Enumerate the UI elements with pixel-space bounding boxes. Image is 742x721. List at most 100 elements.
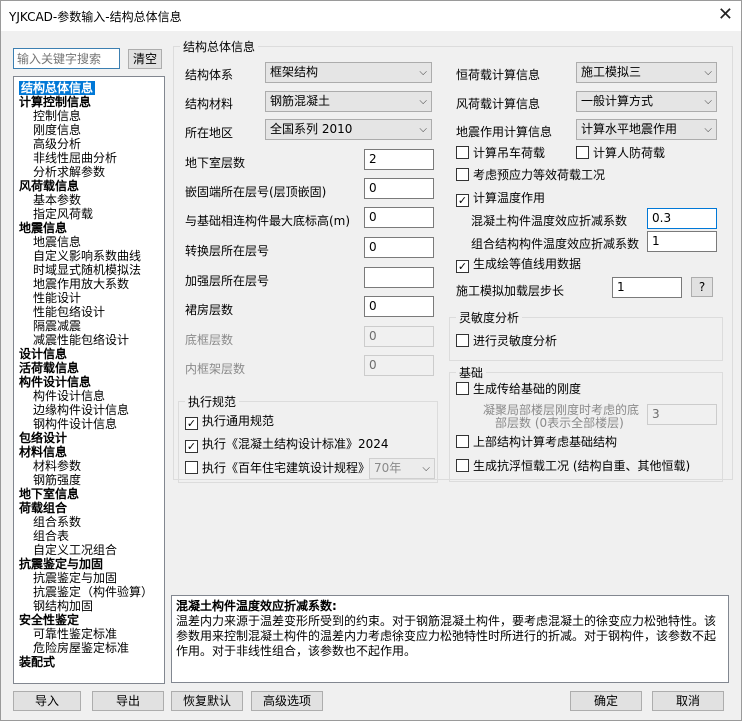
sensitivity-checkbox[interactable]: 进行灵敏度分析	[456, 333, 557, 349]
tree-item-label: 边缘构件设计信息	[33, 403, 130, 417]
tree-category[interactable]: 活荷载信息	[14, 361, 164, 375]
checkbox-box[interactable]	[456, 334, 469, 347]
checkmark-icon[interactable]: ✓	[456, 194, 469, 207]
checkbox-box[interactable]	[456, 382, 469, 395]
checkbox-box[interactable]	[456, 146, 469, 159]
close-icon[interactable]: ✕	[718, 4, 733, 26]
group-title: 结构总体信息	[183, 40, 256, 54]
tree-subitem[interactable]: 非线性屈曲分析	[14, 151, 164, 165]
wind-label: 风荷载计算信息	[456, 97, 541, 111]
temperature-checkbox[interactable]: ✓ 计算温度作用	[456, 190, 545, 207]
tree-subitem[interactable]: 构件设计信息	[14, 389, 164, 403]
checkmark-icon[interactable]: ✓	[185, 417, 198, 430]
tree-category[interactable]: 风荷载信息	[14, 179, 164, 193]
tree-subitem[interactable]: 分析求解参数	[14, 165, 164, 179]
restore-default-button[interactable]: 恢复默认	[171, 691, 243, 711]
tree-subitem[interactable]: 性能设计	[14, 291, 164, 305]
tree-subitem[interactable]: 刚度信息	[14, 123, 164, 137]
general-code-checkbox[interactable]: ✓ 执行通用规范	[185, 413, 274, 430]
base-height-input[interactable]: 0	[364, 207, 434, 228]
tree-subitem[interactable]: 钢构件设计信息	[14, 417, 164, 431]
tree-category[interactable]: 地震信息	[14, 221, 164, 235]
tree-subitem[interactable]: 组合系数	[14, 515, 164, 529]
tree-subitem[interactable]: 边缘构件设计信息	[14, 403, 164, 417]
region-select[interactable]: 全国系列 2010 ⌵	[265, 119, 432, 140]
tree-subitem[interactable]: 自定义影响系数曲线	[14, 249, 164, 263]
checkbox-box[interactable]	[456, 435, 469, 448]
tree-category[interactable]: 安全性鉴定	[14, 613, 164, 627]
tree-subitem[interactable]: 基本参数	[14, 193, 164, 207]
category-tree[interactable]: 结构总体信息 计算控制信息 控制信息 刚度信息 高级分析 非线性屈曲分析 分析求解参数 风荷载…	[13, 76, 165, 684]
construction-step-input[interactable]: 1	[612, 277, 682, 298]
tree-category[interactable]: 结构总体信息	[14, 81, 164, 95]
tree-subitem[interactable]: 自定义工况组合	[14, 543, 164, 557]
composite-temp-input[interactable]: 1	[647, 231, 717, 252]
wind-select[interactable]: 一般计算方式 ⌵	[576, 91, 717, 112]
concrete-temp-input[interactable]: 0.3	[647, 208, 717, 229]
tree-category[interactable]: 包络设计	[14, 431, 164, 445]
tree-category[interactable]: 计算控制信息	[14, 95, 164, 109]
tree-subitem[interactable]: 减震性能包络设计	[14, 333, 164, 347]
tree-item-label: 结构总体信息	[19, 81, 96, 95]
checkbox-box[interactable]	[576, 146, 589, 159]
import-button[interactable]: 导入	[13, 691, 81, 711]
struct-system-select[interactable]: 框架结构 ⌵	[265, 62, 432, 83]
tree-item-label: 刚度信息	[33, 123, 82, 137]
checkbox-box[interactable]	[456, 168, 469, 181]
tree-item-label: 风荷载信息	[19, 179, 80, 193]
podium-input[interactable]: 0	[364, 296, 434, 317]
tree-subitem[interactable]: 时域显式随机模拟法	[14, 263, 164, 277]
tree-subitem[interactable]: 抗震鉴定（构件验算）	[14, 585, 164, 599]
prestress-checkbox[interactable]: 考虑预应力等效荷载工况	[456, 167, 605, 183]
civil-defense-checkbox[interactable]: 计算人防荷载	[576, 145, 665, 161]
tree-subitem[interactable]: 高级分析	[14, 137, 164, 151]
seismic-select[interactable]: 计算水平地震作用 ⌵	[576, 119, 717, 140]
tree-subitem[interactable]: 可靠性鉴定标准	[14, 627, 164, 641]
struct-material-select[interactable]: 钢筋混凝土 ⌵	[265, 91, 432, 112]
tree-category[interactable]: 荷载组合	[14, 501, 164, 515]
clear-search-button[interactable]: 清空	[128, 49, 162, 69]
concrete-code-checkbox[interactable]: ✓ 执行《混凝土结构设计标准》2024	[185, 436, 389, 453]
checkbox-box[interactable]	[185, 461, 198, 474]
tree-subitem[interactable]: 隔震减震	[14, 319, 164, 333]
tree-subitem[interactable]: 控制信息	[14, 109, 164, 123]
embed-input[interactable]: 0	[364, 178, 434, 199]
tree-subitem[interactable]: 危险房屋鉴定标准	[14, 641, 164, 655]
antifloat-checkbox[interactable]: 生成抗浮恒载工况 (结构自重、其他恒载)	[456, 458, 690, 474]
advanced-options-button[interactable]: 高级选项	[251, 691, 323, 711]
tree-category[interactable]: 抗震鉴定与加固	[14, 557, 164, 571]
checkmark-icon[interactable]: ✓	[185, 440, 198, 453]
export-button[interactable]: 导出	[92, 691, 164, 711]
tree-category[interactable]: 设计信息	[14, 347, 164, 361]
tree-category[interactable]: 地下室信息	[14, 487, 164, 501]
tree-category[interactable]: 构件设计信息	[14, 375, 164, 389]
tree-subitem[interactable]: 钢结构加固	[14, 599, 164, 613]
basement-input[interactable]: 2	[364, 149, 434, 170]
tree-category[interactable]: 装配式	[14, 655, 164, 669]
ok-button[interactable]: 确定	[570, 691, 642, 711]
tree-subitem[interactable]: 地震信息	[14, 235, 164, 249]
tree-subitem[interactable]: 抗震鉴定与加固	[14, 571, 164, 585]
dead-load-select[interactable]: 施工模拟三 ⌵	[576, 62, 717, 83]
upper-structure-checkbox[interactable]: 上部结构计算考虑基础结构	[456, 434, 617, 450]
tree-subitem[interactable]: 材料参数	[14, 459, 164, 473]
cancel-button[interactable]: 取消	[652, 691, 724, 711]
transfer-input[interactable]: 0	[364, 237, 434, 258]
tree-category[interactable]: 材料信息	[14, 445, 164, 459]
checkmark-icon[interactable]: ✓	[456, 260, 469, 273]
tree-item-label: 时域显式随机模拟法	[33, 263, 142, 277]
tree-subitem[interactable]: 地震作用放大系数	[14, 277, 164, 291]
tree-subitem[interactable]: 钢筋强度	[14, 473, 164, 487]
residential-checkbox[interactable]: 执行《百年住宅建筑设计规程》	[185, 460, 370, 476]
crane-checkbox[interactable]: 计算吊车荷载	[456, 145, 545, 161]
contour-checkbox[interactable]: ✓ 生成绘等值线用数据	[456, 256, 581, 273]
checkbox-box[interactable]	[456, 459, 469, 472]
tree-subitem[interactable]: 组合表	[14, 529, 164, 543]
strengthen-input[interactable]	[364, 267, 434, 288]
tree-subitem[interactable]: 指定风荷载	[14, 207, 164, 221]
tree-subitem[interactable]: 性能包络设计	[14, 305, 164, 319]
search-input[interactable]	[13, 48, 120, 69]
foundation-stiffness-checkbox[interactable]: 生成传给基础的刚度	[456, 381, 581, 397]
help-button[interactable]: ?	[691, 277, 713, 297]
region-label: 所在地区	[185, 126, 234, 140]
